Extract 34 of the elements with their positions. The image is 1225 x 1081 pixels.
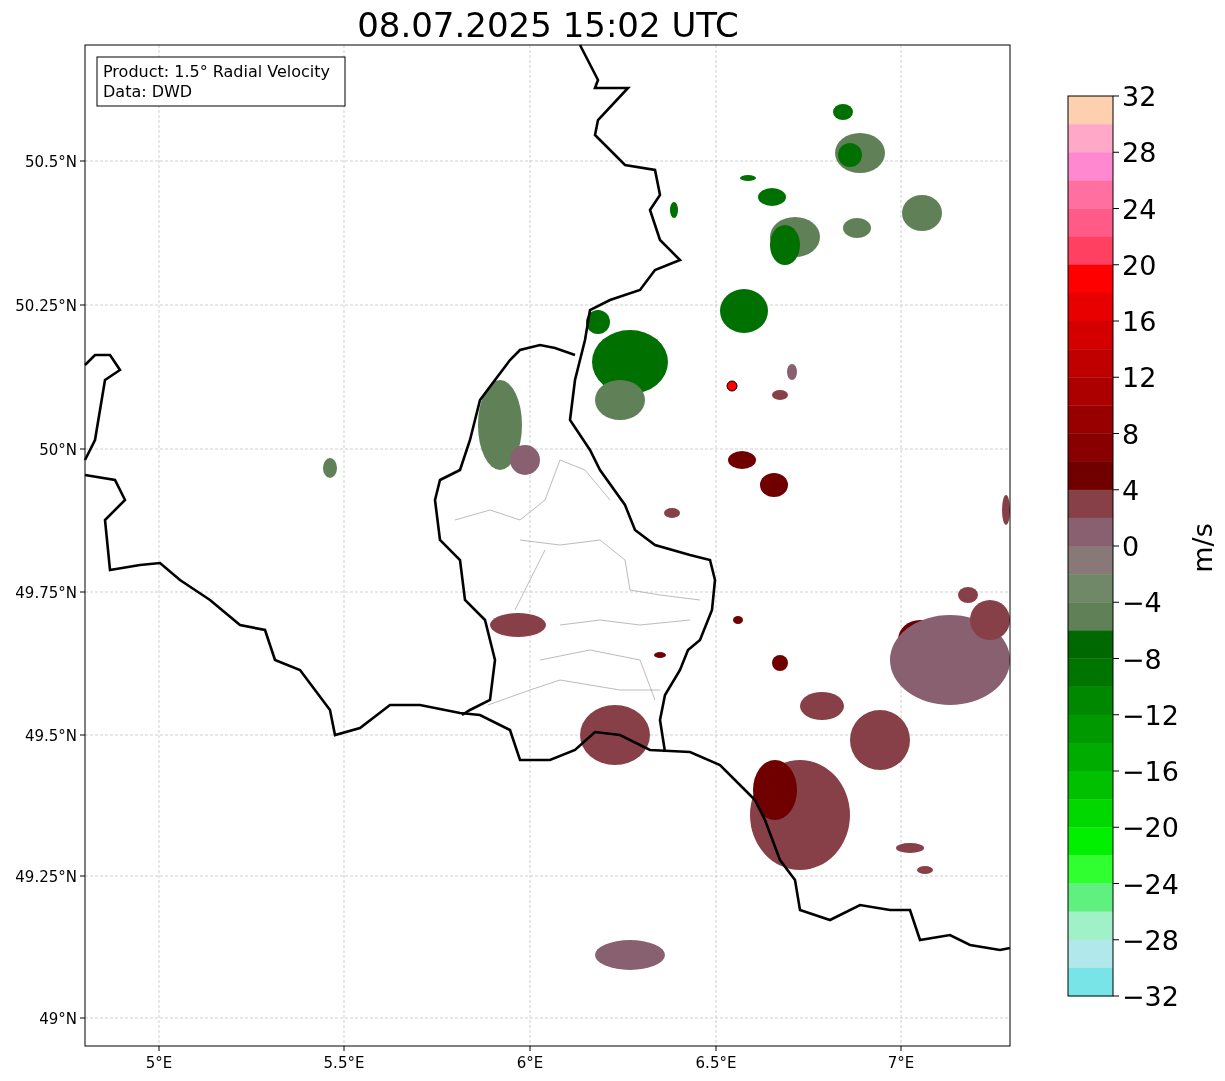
longitude-label: 5.5°E [323, 1054, 365, 1072]
chart-title: 08.07.2025 15:02 UTC [357, 5, 739, 45]
longitude-label: 6.5°E [695, 1054, 737, 1072]
longitude-label: 6°E [516, 1054, 544, 1072]
latitude-label: 49°N [39, 1010, 77, 1028]
colorbar-tick-label: −28 [1122, 924, 1179, 956]
colorbar-tick-label: −4 [1122, 587, 1162, 619]
colorbar-tick-label: −12 [1122, 699, 1179, 731]
colorbar-tick-label: 20 [1122, 249, 1157, 281]
latitude-label: 49.75°N [15, 584, 77, 602]
latitude-label: 49.5°N [24, 727, 77, 745]
colorbar-tick-label: 28 [1122, 137, 1157, 169]
latitude-label: 50.25°N [15, 297, 77, 315]
colorbar-tick-label: 12 [1122, 362, 1157, 394]
latitude-label: 49.25°N [15, 868, 77, 886]
latitude-label: 50.5°N [24, 153, 77, 171]
colorbar-tick-label: 8 [1122, 418, 1140, 450]
longitude-label: 5°E [145, 1054, 173, 1072]
colorbar-tick-label: −20 [1122, 812, 1179, 844]
colorbar-tick-label: −32 [1122, 981, 1179, 1012]
colorbar-unit-label: m/s [1187, 523, 1218, 573]
colorbar-tick-label: −8 [1122, 643, 1162, 675]
info-text: Data: DWD [103, 82, 193, 101]
colorbar-tick-label: 32 [1122, 81, 1157, 112]
colorbar-tick-label: 24 [1122, 193, 1157, 225]
colorbar-tick-label: 4 [1122, 474, 1140, 506]
longitude-label: 7°E [887, 1054, 915, 1072]
info-text: Product: 1.5° Radial Velocity [103, 62, 331, 81]
colorbar-tick-label: 0 [1122, 531, 1140, 562]
colorbar-tick-label: 16 [1122, 306, 1157, 337]
colorbar-tick-label: −24 [1122, 868, 1179, 900]
colorbar-tick-label: −16 [1122, 756, 1179, 787]
radar-site-marker [726, 380, 738, 392]
latitude-label: 50°N [39, 441, 77, 459]
